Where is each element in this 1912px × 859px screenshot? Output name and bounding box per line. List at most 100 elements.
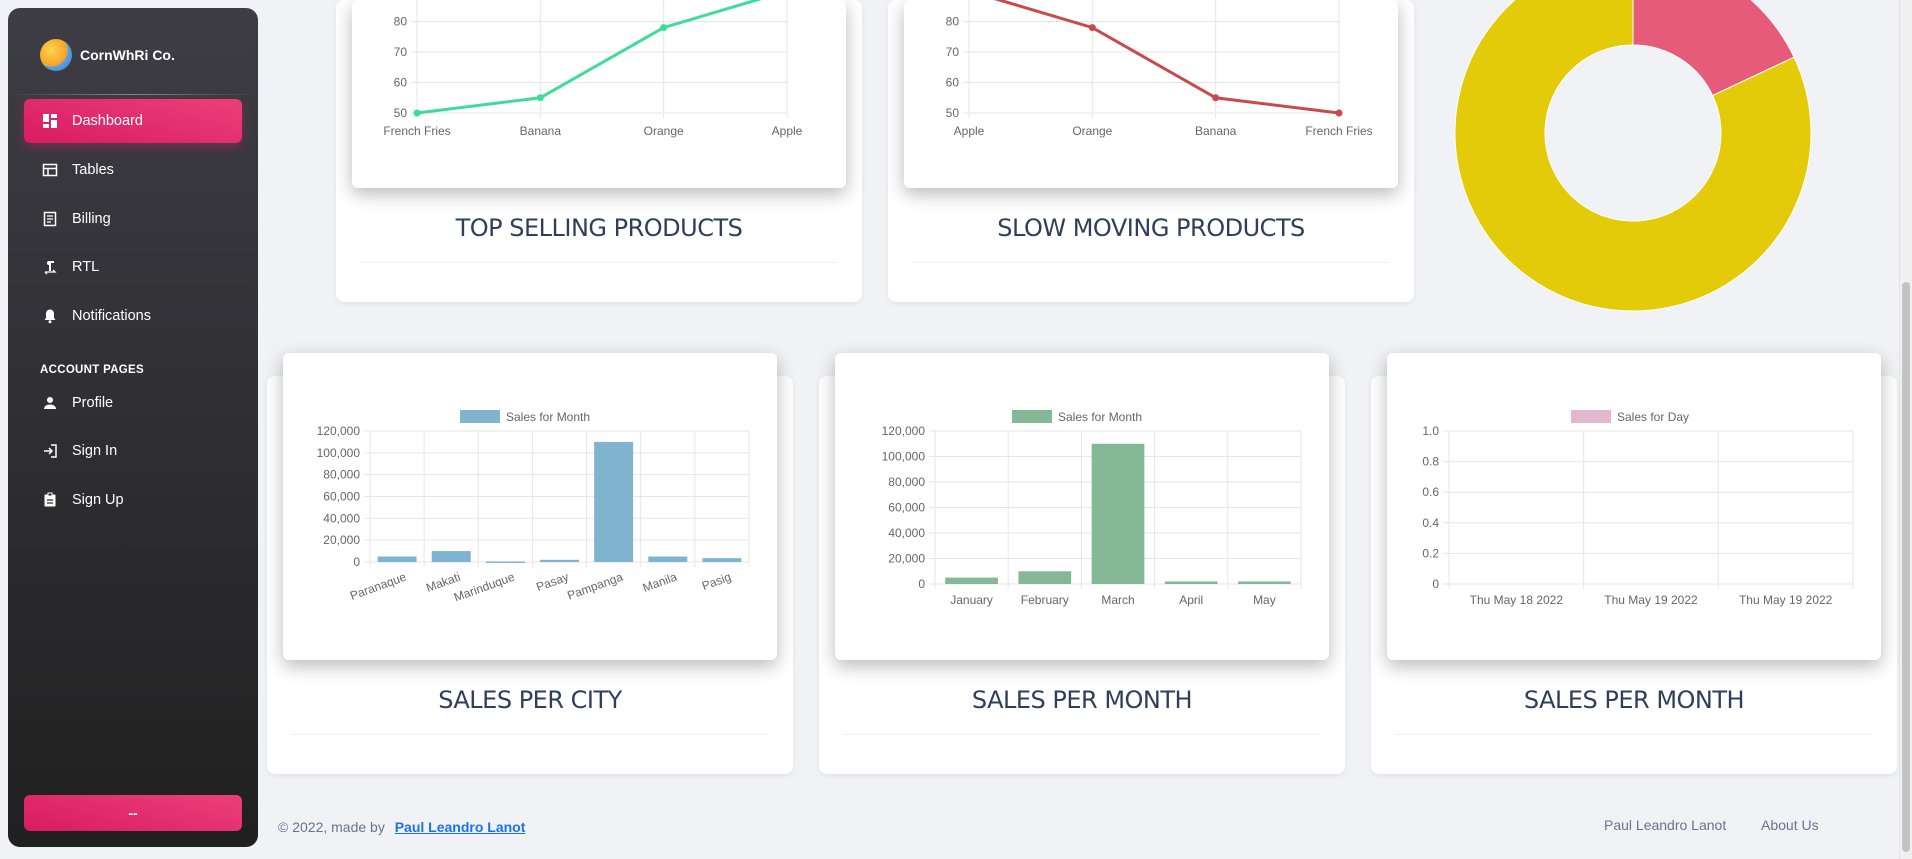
sidebar-item-label: Sign In <box>72 443 118 459</box>
x-tick-label: French Fries <box>1305 124 1372 138</box>
card-divider <box>291 734 769 735</box>
footer-link-about[interactable]: About Us <box>1761 817 1819 833</box>
x-tick-label: April <box>1179 593 1203 607</box>
y-tick-label: 100,000 <box>882 450 926 464</box>
sidebar-item-sign-in[interactable]: Sign In <box>24 429 242 473</box>
y-tick-label: 80 <box>394 15 408 29</box>
chart-slow-moving: 50 60 70 80 Apple Orange Banana French Fries <box>946 0 1373 138</box>
sidebar-item-dashboard[interactable]: Dashboard <box>24 99 242 143</box>
y-tick-label: 120,000 <box>317 424 361 438</box>
y-tick-label: 0.2 <box>1422 546 1439 560</box>
login-icon <box>44 444 57 458</box>
sidebar-item-label: Notifications <box>72 308 151 324</box>
card-divider <box>1395 734 1873 735</box>
y-tick-label: 0.6 <box>1422 485 1439 499</box>
sidebar-item-label: RTL <box>72 259 100 275</box>
sidebar-divider <box>8 94 258 95</box>
sidebar-item-profile[interactable]: Profile <box>24 381 242 425</box>
table-icon <box>42 163 58 177</box>
y-tick-label: 60 <box>394 76 408 90</box>
sidebar-item-label: Dashboard <box>72 113 143 129</box>
legend-label: Sales for Month <box>1058 410 1142 424</box>
data-point <box>1212 94 1220 102</box>
y-tick-label: 80,000 <box>888 475 925 489</box>
brand-name: CornWhRi Co. <box>80 47 175 63</box>
x-tick-label: Apple <box>954 124 985 138</box>
y-tick-label: 60 <box>946 76 960 90</box>
bell-icon <box>44 309 56 324</box>
chart-container-slow-moving: 50 60 70 80 Apple Orange Banana French Fries <box>904 0 1398 188</box>
y-tick-label: 70 <box>946 45 960 59</box>
chart-sales-month: Sales for Month 0 20,000 40,000 60,000 80,000… <box>882 410 1302 607</box>
x-tick-label: French Fries <box>383 124 450 138</box>
y-tick-label: 50 <box>946 106 960 120</box>
sidebar-item-rtl[interactable]: RTL <box>24 245 242 289</box>
x-tick-label: March <box>1101 593 1134 607</box>
bar <box>594 441 634 562</box>
scrollbar-thumb[interactable] <box>1902 282 1910 852</box>
card-title: SALES PER MONTH <box>1523 686 1745 714</box>
footer-link-author[interactable]: Paul Leandro Lanot <box>1604 817 1726 833</box>
x-tick-label: February <box>1021 593 1069 607</box>
footer-author-link[interactable]: Paul Leandro Lanot <box>395 819 526 835</box>
x-tick-label: Pampanga <box>565 570 625 603</box>
y-tick-label: 20,000 <box>888 552 925 566</box>
x-tick-label: January <box>950 593 993 607</box>
bar <box>945 577 998 584</box>
y-tick-label: 60,000 <box>888 501 925 515</box>
chart-top-selling: 50 60 70 80 French Fries Banana Orange Apple <box>383 0 803 138</box>
bar <box>431 551 471 562</box>
bar <box>1238 581 1291 584</box>
sidebar-item-billing[interactable]: Billing <box>24 197 242 241</box>
sidebar-bottom-button[interactable]: -- <box>24 795 242 831</box>
series-line <box>994 0 1340 115</box>
x-tick-label: Marinduque <box>452 570 517 605</box>
card-title: SLOW MOVING PRODUCTS <box>997 214 1305 242</box>
person-icon <box>44 397 56 409</box>
data-point <box>536 94 544 102</box>
footer-copyright: © 2022, made by Paul Leandro Lanot <box>278 819 525 835</box>
sidebar-item-label: Sign Up <box>72 492 124 508</box>
data-point <box>413 109 421 117</box>
y-tick-label: 80 <box>946 15 960 29</box>
card-divider <box>843 734 1321 735</box>
sidebar-item-sign-up[interactable]: Sign Up <box>24 478 242 522</box>
legend-swatch <box>460 410 500 423</box>
legend-label: Sales for Day <box>1617 410 1689 424</box>
chart-container-top-selling: 50 60 70 80 French Fries Banana Orange Apple <box>352 0 846 188</box>
assignment-icon <box>44 492 56 507</box>
y-tick-label: 120,000 <box>882 424 926 438</box>
chart-sales-day: Sales for Day 0 0.2 0.4 0.6 0.8 1.0 Thu May 18 … <box>1422 410 1854 607</box>
bar <box>485 561 525 563</box>
x-tick-label: Thu May 19 2022 <box>1739 593 1833 607</box>
y-tick-label: 0 <box>353 555 360 569</box>
brand[interactable]: CornWhRi Co. <box>40 32 175 78</box>
sidebar-item-label: Tables <box>72 162 114 178</box>
x-tick-label: Paranaque <box>348 570 408 603</box>
card-title: SALES PER CITY <box>438 686 622 714</box>
bar <box>702 558 742 562</box>
data-point <box>660 24 668 32</box>
card-divider <box>912 262 1390 263</box>
series-line <box>416 0 762 115</box>
y-tick-label: 40,000 <box>888 526 925 540</box>
x-tick-label: Pasig <box>700 570 733 593</box>
y-tick-label: 0.4 <box>1422 516 1439 530</box>
x-tick-label: Apple <box>772 124 803 138</box>
bar <box>540 559 579 562</box>
y-tick-label: 0 <box>1432 577 1439 591</box>
x-tick-label: Thu May 19 2022 <box>1604 593 1698 607</box>
section-label-account: ACCOUNT PAGES <box>40 364 144 376</box>
bar <box>648 556 688 562</box>
brand-logo <box>40 39 72 71</box>
sidebar-item-notifications[interactable]: Notifications <box>24 294 242 338</box>
legend-swatch <box>1571 410 1611 423</box>
x-tick-label: Orange <box>1072 124 1112 138</box>
dashboard-icon <box>43 114 57 128</box>
bar <box>1164 581 1218 584</box>
footer-copyright-text: © 2022, made by <box>278 819 385 835</box>
card-title: SALES PER MONTH <box>971 686 1193 714</box>
y-tick-label: 40,000 <box>323 511 360 525</box>
chart-container-sales-city: Sales for Month 0 20,000 40,000 60,000 80,000… <box>283 353 777 660</box>
sidebar-item-tables[interactable]: Tables <box>24 148 242 192</box>
